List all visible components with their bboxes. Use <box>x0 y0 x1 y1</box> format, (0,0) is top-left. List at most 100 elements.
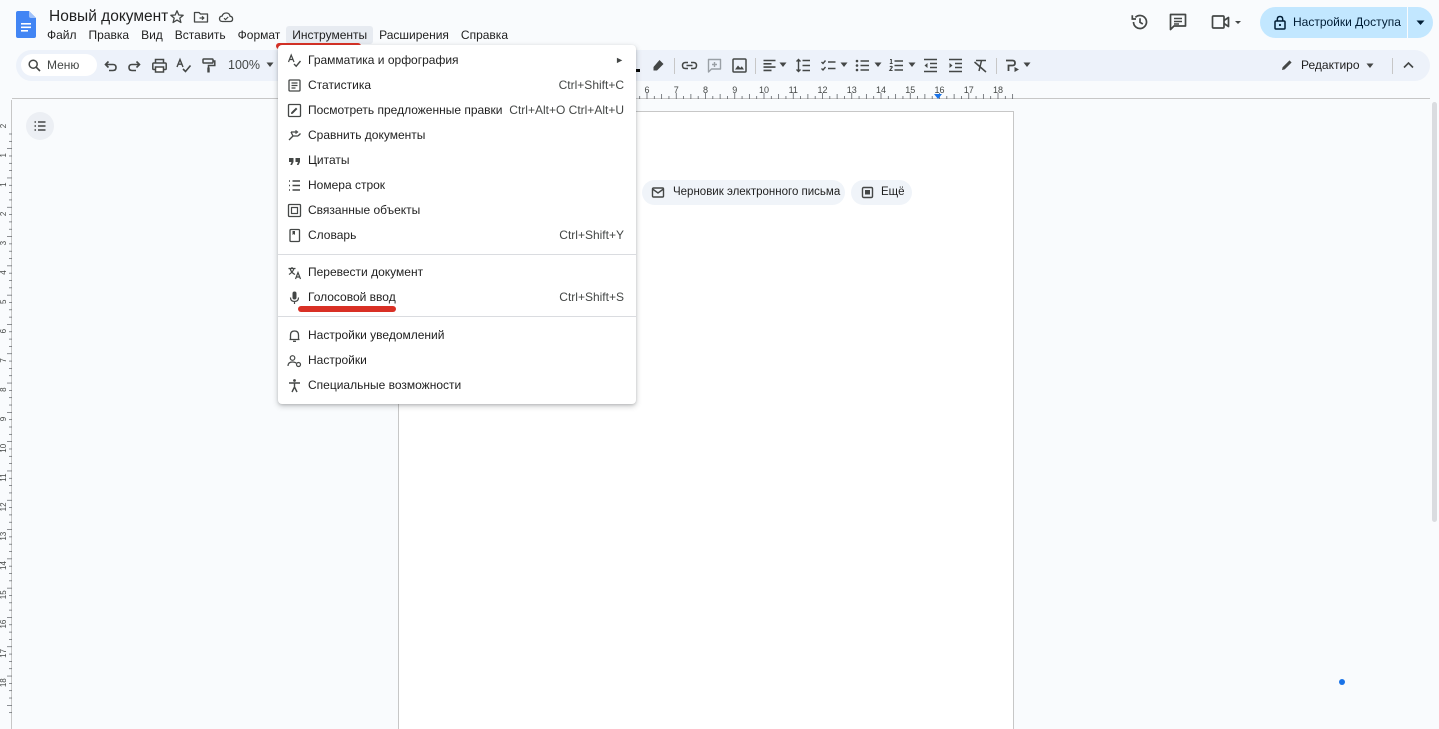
menu-item-shortcut: Ctrl+Alt+O Ctrl+Alt+U <box>509 103 624 117</box>
cursor-indicator-dot <box>1339 679 1345 685</box>
menu-item-translate-document[interactable]: Перевести документ <box>278 260 636 285</box>
numbered-list-icon[interactable] <box>888 57 905 74</box>
vertical-ruler[interactable]: 21123456789101112131415161718 <box>0 100 12 729</box>
menu-help[interactable]: Справка <box>455 26 514 44</box>
right-indent-marker-icon[interactable] <box>934 94 942 99</box>
document-title[interactable]: Новый документ <box>47 7 170 27</box>
ruler-label: 4 <box>0 270 8 275</box>
menu-item-notification-settings[interactable]: Настройки уведомлений <box>278 323 636 348</box>
star-icon[interactable] <box>169 9 185 25</box>
voice-typing-red-underline <box>298 306 396 312</box>
checklist-icon[interactable] <box>820 57 837 74</box>
menu-item-label: Голосовой ввод <box>308 290 396 304</box>
menu-item-label: Связанные объекты <box>308 203 421 217</box>
ruler-label: 18 <box>0 678 8 687</box>
menu-edit[interactable]: Правка <box>83 26 136 44</box>
numbered-list-caret-icon[interactable] <box>908 62 916 68</box>
menu-item-accessibility[interactable]: Специальные возможности <box>278 373 636 398</box>
input-tools-caret-icon[interactable] <box>1023 62 1031 68</box>
horizontal-ruler[interactable]: 6 7 8 9 10 11 12 13 14 15 16 17 18 <box>12 83 1430 99</box>
vertical-scrollbar[interactable] <box>1430 100 1439 729</box>
ruler-label: 2 <box>0 123 8 128</box>
ruler-label: 10 <box>759 85 769 95</box>
scrollbar-thumb[interactable] <box>1432 102 1437 522</box>
checklist-caret-icon[interactable] <box>840 62 848 68</box>
ruler-label: 14 <box>876 85 886 95</box>
ruler-label: 18 <box>993 85 1003 95</box>
menu-item-review-suggested-edits[interactable]: Посмотреть предложенные правки Ctrl+Alt+… <box>278 98 636 123</box>
menu-item-line-numbers[interactable]: Номера строк <box>278 173 636 198</box>
menu-item-label: Специальные возможности <box>308 378 462 392</box>
compare-icon <box>288 130 301 141</box>
ruler-label: 13 <box>0 531 8 540</box>
line-spacing-icon[interactable] <box>795 57 812 74</box>
ruler-label: 2 <box>0 211 8 216</box>
menu-item-label: Номера строк <box>308 178 386 192</box>
version-history-icon[interactable] <box>1130 12 1150 32</box>
more-chip[interactable]: Ещё <box>851 180 912 205</box>
clear-formatting-icon[interactable] <box>972 57 989 74</box>
input-tools-icon[interactable] <box>1003 57 1020 74</box>
menu-item-shortcut: Ctrl+Shift+S <box>559 290 624 304</box>
search-icon <box>28 59 41 72</box>
search-menus-box[interactable]: Меню <box>21 54 97 76</box>
align-caret-icon[interactable] <box>779 62 787 68</box>
share-button[interactable]: Настройки Доступа <box>1260 7 1433 38</box>
email-draft-chip[interactable]: Черновик электронного письма <box>642 180 845 205</box>
document-outline-button[interactable] <box>26 112 54 140</box>
ruler-label: 6 <box>644 85 649 95</box>
increase-indent-icon[interactable] <box>947 57 964 74</box>
more-building-blocks-icon <box>861 186 874 199</box>
undo-icon[interactable] <box>102 57 119 74</box>
menu-tools[interactable]: Инструменты <box>286 26 374 44</box>
ruler-label: 14 <box>0 561 8 570</box>
menu-file[interactable]: Файл <box>41 26 83 44</box>
ruler-label: 1 <box>0 153 8 158</box>
bulleted-list-caret-icon[interactable] <box>874 62 882 68</box>
menu-bar: Файл Правка Вид Вставить Формат Инструме… <box>41 26 514 44</box>
insert-link-icon[interactable] <box>681 57 698 74</box>
menu-insert[interactable]: Вставить <box>169 26 232 44</box>
submenu-arrow-icon: ► <box>615 55 624 65</box>
ruler-label: 16 <box>0 619 8 628</box>
move-folder-icon[interactable] <box>193 9 209 25</box>
menu-item-compare-documents[interactable]: Сравнить документы <box>278 123 636 148</box>
menu-extensions[interactable]: Расширения <box>373 26 455 44</box>
ruler-label: 10 <box>0 443 8 452</box>
redo-icon[interactable] <box>126 57 143 74</box>
add-comment-icon[interactable] <box>706 57 723 74</box>
collapse-toolbar-chevron-up-icon[interactable] <box>1400 57 1417 74</box>
google-docs-logo-icon[interactable] <box>16 11 36 38</box>
ruler-label: 3 <box>0 240 8 245</box>
ruler-label: 17 <box>964 85 974 95</box>
menu-view[interactable]: Вид <box>135 26 169 44</box>
paint-format-icon[interactable] <box>200 57 217 74</box>
print-icon[interactable] <box>151 57 168 74</box>
menu-item-linked-objects[interactable]: Связанные объекты <box>278 198 636 223</box>
zoom-caret-icon[interactable] <box>266 62 274 68</box>
zoom-select[interactable]: 100% <box>228 58 260 72</box>
menu-item-preferences[interactable]: Настройки <box>278 348 636 373</box>
bulleted-list-icon[interactable] <box>854 57 871 74</box>
spellcheck-toolbar-icon[interactable] <box>175 57 192 74</box>
cloud-saved-icon[interactable] <box>218 9 234 25</box>
comments-icon[interactable] <box>1168 12 1188 32</box>
decrease-indent-icon[interactable] <box>922 57 939 74</box>
ruler-label: 1 <box>0 182 8 187</box>
menu-item-dictionary[interactable]: Словарь Ctrl+Shift+Y <box>278 223 636 248</box>
align-left-icon[interactable] <box>761 57 778 74</box>
menu-item-citations[interactable]: Цитаты <box>278 148 636 173</box>
share-divider <box>1407 7 1408 38</box>
menu-item-label: Настройки уведомлений <box>308 328 445 342</box>
insert-image-icon[interactable] <box>731 57 748 74</box>
email-draft-chip-label: Черновик электронного письма <box>673 186 841 198</box>
line-numbers-icon <box>289 180 300 191</box>
menu-format[interactable]: Формат <box>232 26 287 44</box>
meet-video-icon[interactable] <box>1210 12 1244 32</box>
ruler-label: 6 <box>0 328 8 333</box>
share-dropdown-caret-icon[interactable] <box>1416 20 1425 26</box>
menu-item-word-count[interactable]: Статистика Ctrl+Shift+C <box>278 73 636 98</box>
highlight-pen-icon[interactable] <box>650 57 667 74</box>
menu-item-spelling-grammar[interactable]: Грамматика и орфография ► <box>278 48 636 73</box>
menu-item-label: Сравнить документы <box>308 128 426 142</box>
